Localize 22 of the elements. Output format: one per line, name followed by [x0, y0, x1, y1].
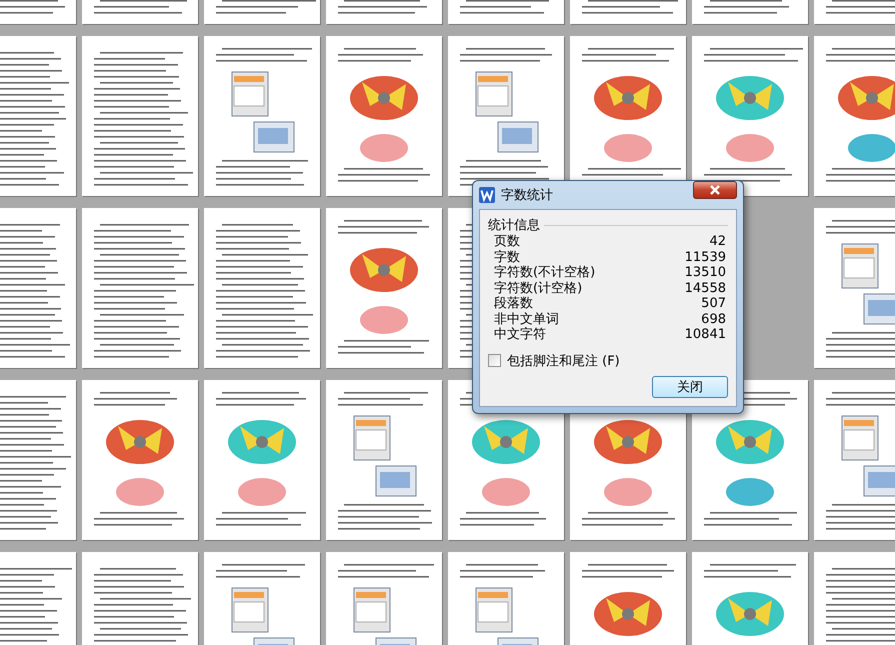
- stat-label: 非中文单词: [494, 312, 559, 327]
- stat-value: 698: [701, 312, 726, 327]
- checkbox-label[interactable]: 包括脚注和尾注 (F): [507, 352, 620, 370]
- stat-label: 字符数(不计空格): [494, 265, 596, 280]
- app-logo-icon: [479, 187, 495, 203]
- stat-value: 42: [709, 234, 726, 250]
- close-dialog-button[interactable]: 关闭: [652, 376, 728, 398]
- stat-label: 中文字符: [494, 327, 546, 342]
- stat-value: 14558: [684, 280, 726, 296]
- stat-value: 13510: [684, 265, 726, 280]
- stat-value: 11539: [684, 250, 726, 265]
- stat-label: 字数: [494, 250, 520, 265]
- group-label: 统计信息: [488, 217, 540, 234]
- stat-label: 段落数: [494, 296, 533, 312]
- close-icon: [710, 185, 720, 195]
- stat-label: 页数: [494, 234, 520, 250]
- stat-label: 字符数(计空格): [494, 280, 582, 296]
- stat-value: 507: [701, 296, 726, 312]
- checkbox[interactable]: [488, 354, 501, 367]
- close-button[interactable]: [693, 181, 737, 199]
- window-title: 字数统计: [501, 187, 554, 204]
- stat-value: 10841: [684, 327, 726, 342]
